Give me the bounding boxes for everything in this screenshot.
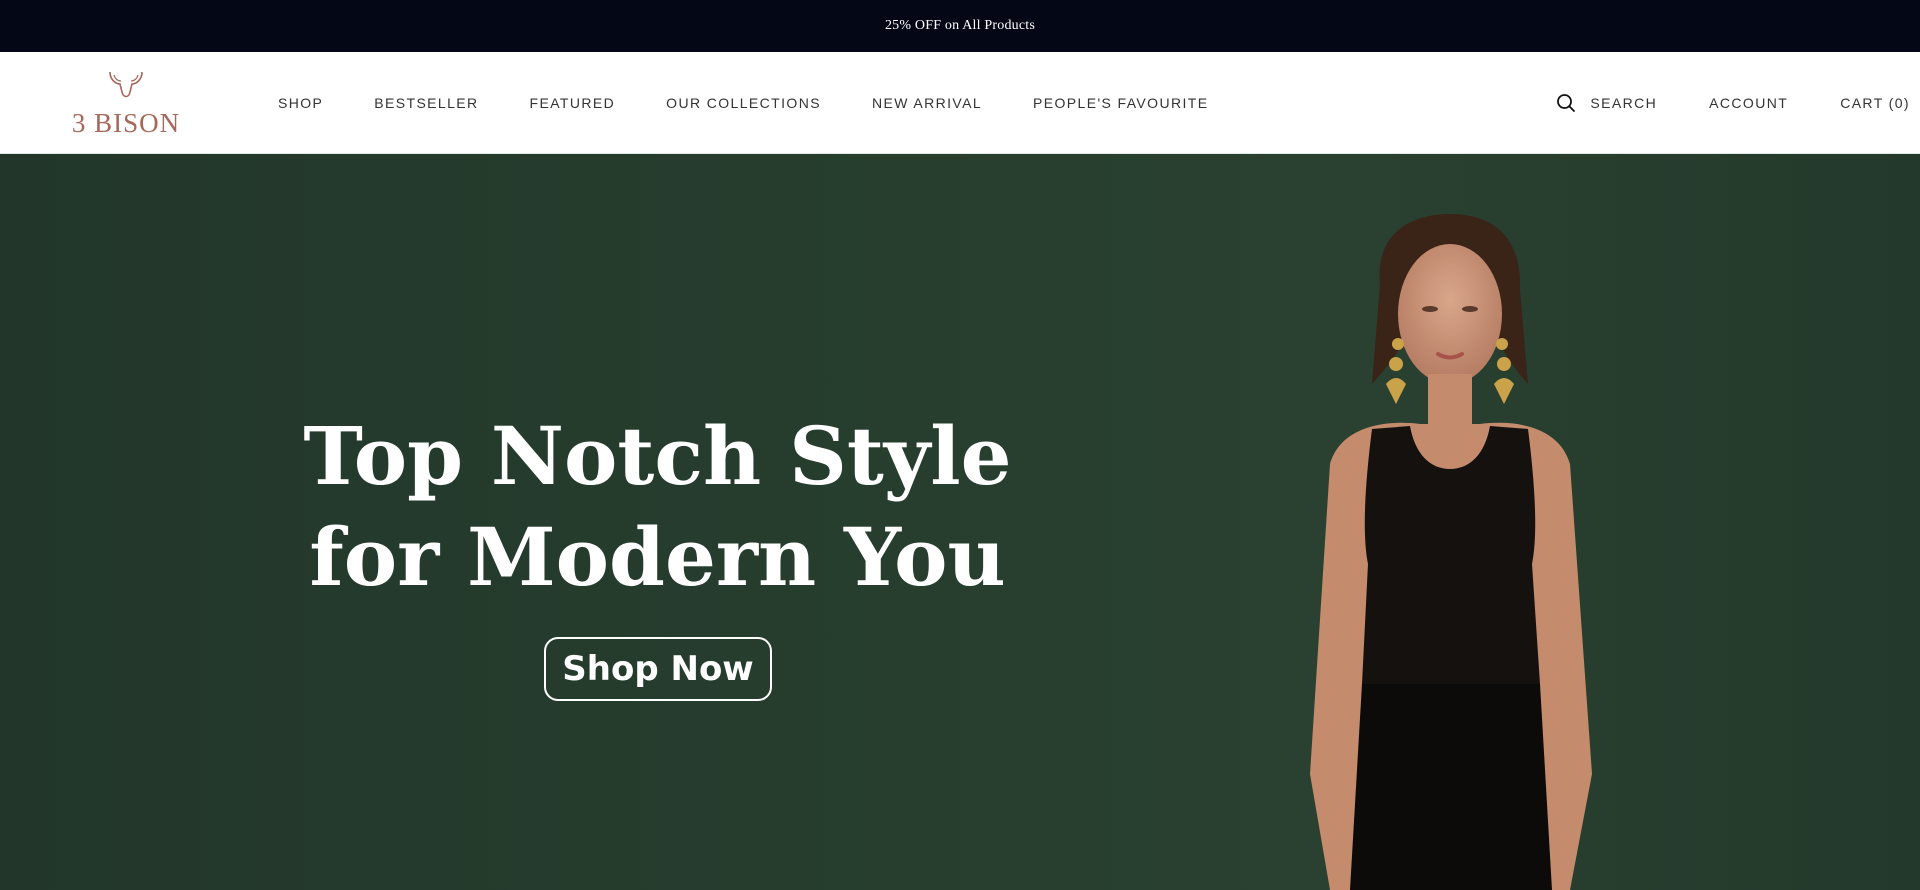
- site-header: 3 BISON SHOP BESTSELLER FEATURED OUR COL…: [0, 52, 1920, 154]
- nav-item-new-arrival[interactable]: NEW ARRIVAL: [872, 95, 982, 111]
- cart-link[interactable]: CART (0): [1840, 95, 1910, 111]
- account-link[interactable]: ACCOUNT: [1709, 95, 1788, 111]
- hero-title-line1: Top Notch Style: [303, 409, 1012, 503]
- search-icon: [1557, 94, 1576, 112]
- hero-title-line2: for Modern You: [309, 510, 1006, 604]
- nav-item-peoples-favourite[interactable]: PEOPLE'S FAVOURITE: [1033, 95, 1208, 111]
- announcement-text: 25% OFF on All Products: [884, 18, 1036, 33]
- hero-title: Top Notch Style for Modern You: [300, 406, 1015, 608]
- brand-name: 3 BISON: [71, 108, 181, 138]
- search-link[interactable]: SEARCH: [1556, 93, 1657, 113]
- search-label: SEARCH: [1590, 95, 1658, 111]
- main-nav: SHOP BESTSELLER FEATURED OUR COLLECTIONS…: [278, 52, 1259, 154]
- nav-item-featured[interactable]: FEATURED: [530, 95, 616, 111]
- header-actions: SEARCH ACCOUNT CART (0): [1556, 52, 1910, 154]
- brand-logo[interactable]: 3 BISON: [60, 70, 192, 138]
- nav-item-shop[interactable]: SHOP: [278, 95, 323, 111]
- announcement-bar: 25% OFF on All Products: [0, 0, 1920, 52]
- shop-now-button[interactable]: Shop Now: [544, 637, 772, 701]
- nav-item-our-collections[interactable]: OUR COLLECTIONS: [666, 95, 821, 111]
- hero-banner: Top Notch Style for Modern You Shop Now: [0, 154, 1920, 890]
- bison-horns-icon: [109, 71, 143, 98]
- model-image: [1310, 214, 1592, 890]
- nav-item-bestseller[interactable]: BESTSELLER: [374, 95, 478, 111]
